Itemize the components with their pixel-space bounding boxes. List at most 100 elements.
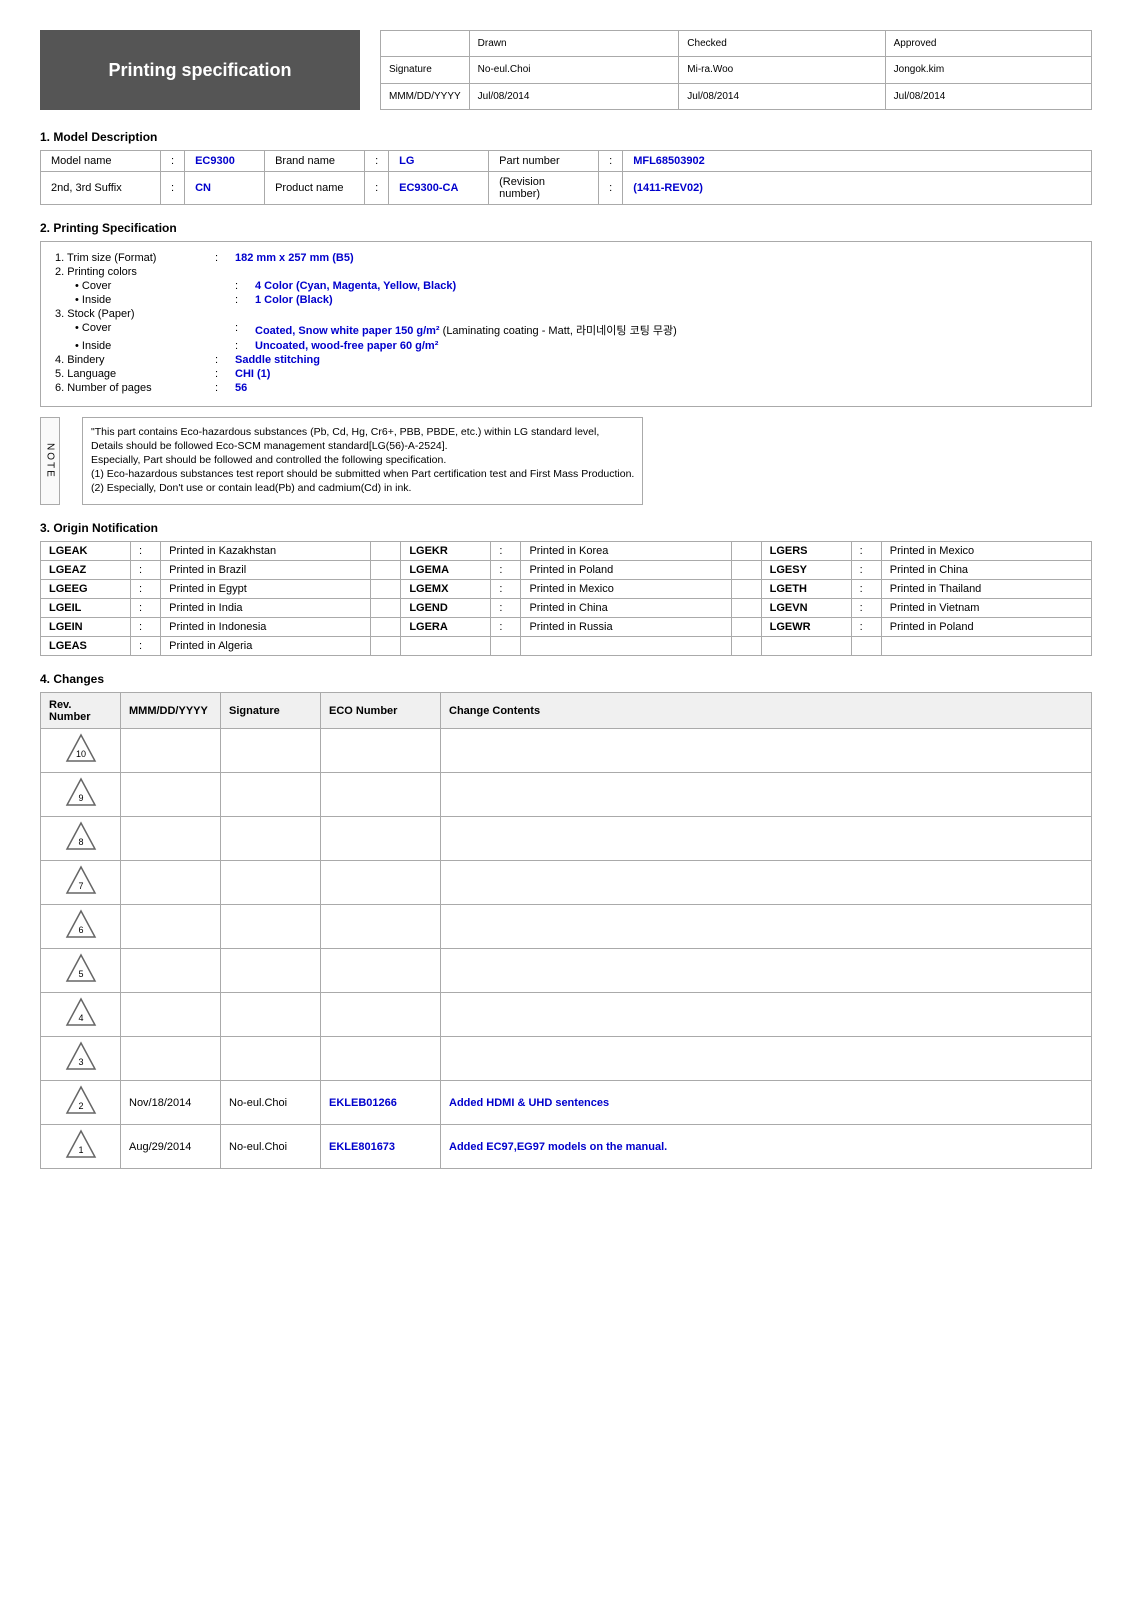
changes-change: Added EC97,EG97 models on the manual. [441, 1125, 1092, 1169]
approval-header-cell: Approved [885, 31, 1091, 57]
origin-country: Printed in Indonesia [161, 618, 371, 637]
origin-code [401, 637, 491, 656]
origin-country: Printed in Mexico [881, 542, 1091, 561]
rev-cell: 5 [41, 949, 121, 993]
svg-text:5: 5 [78, 969, 83, 979]
origin-code: LGEMX [401, 580, 491, 599]
changes-date [121, 729, 221, 773]
changes-date [121, 817, 221, 861]
origin-country: Printed in China [881, 561, 1091, 580]
changes-sig [221, 817, 321, 861]
changes-change [441, 729, 1092, 773]
origin-country [521, 637, 731, 656]
changes-date: Aug/29/2014 [121, 1125, 221, 1169]
changes-change [441, 905, 1092, 949]
changes-eco [321, 773, 441, 817]
note-side-label: NOTE [40, 417, 60, 505]
origin-country: Printed in Korea [521, 542, 731, 561]
changes-sig [221, 949, 321, 993]
spec-label: • Cover [55, 280, 235, 292]
document-title: Printing specification [108, 60, 291, 81]
changes-date [121, 1037, 221, 1081]
approval-cell: Mi-ra.Woo [679, 57, 885, 83]
spec-row: 2. Printing colors [55, 266, 1077, 278]
model-value: EC9300 [185, 151, 265, 172]
spec-label: • Inside [55, 340, 235, 352]
svg-text:6: 6 [78, 925, 83, 935]
rev-cell: 6 [41, 905, 121, 949]
title-box: Printing specification [40, 30, 360, 110]
section2-title: 2. Printing Specification [40, 221, 1092, 235]
note-line: (1) Eco-hazardous substances test report… [91, 468, 634, 480]
spec-value: Uncoated, wood-free paper 60 g/m² [255, 340, 438, 352]
svg-text:4: 4 [78, 1013, 83, 1023]
approval-cell: Jul/08/2014 [679, 83, 885, 109]
changes-row: 1Aug/29/2014No-eul.ChoiEKLE801673Added E… [41, 1125, 1092, 1169]
origin-country: Printed in Egypt [161, 580, 371, 599]
changes-eco [321, 1037, 441, 1081]
origin-code: LGEAS [41, 637, 131, 656]
svg-text:2: 2 [78, 1101, 83, 1111]
origin-code [761, 637, 851, 656]
changes-eco [321, 905, 441, 949]
spec-value: 56 [235, 382, 247, 394]
svg-text:10: 10 [75, 749, 85, 759]
model-label: Model name [41, 151, 161, 172]
approval-cell: No-eul.Choi [469, 57, 679, 83]
note-line: (2) Especially, Don't use or contain lea… [91, 482, 634, 494]
changes-row: 8 [41, 817, 1092, 861]
rev-cell: 9 [41, 773, 121, 817]
approval-cell: Jul/08/2014 [469, 83, 679, 109]
changes-table: Rev. NumberMMM/DD/YYYYSignatureECO Numbe… [40, 692, 1092, 1169]
origin-code: LGEIL [41, 599, 131, 618]
changes-row: 4 [41, 993, 1092, 1037]
changes-header-change: Change Contents [441, 693, 1092, 729]
rev-cell: 1 [41, 1125, 121, 1169]
changes-change [441, 949, 1092, 993]
spec-value: 1 Color (Black) [255, 294, 333, 306]
model-label: Part number [489, 151, 599, 172]
svg-text:9: 9 [78, 793, 83, 803]
approval-cell: MMM/DD/YYYY [381, 83, 470, 109]
changes-sig [221, 861, 321, 905]
origin-code: LGESY [761, 561, 851, 580]
note-line: Especially, Part should be followed and … [91, 454, 634, 466]
spec-row: • Cover:4 Color (Cyan, Magenta, Yellow, … [55, 280, 1077, 292]
changes-date [121, 949, 221, 993]
changes-row: 2Nov/18/2014No-eul.ChoiEKLEB01266Added H… [41, 1081, 1092, 1125]
spec-label: 4. Bindery [55, 354, 215, 366]
changes-header-rev: Rev. Number [41, 693, 121, 729]
changes-eco [321, 993, 441, 1037]
origin-country: Printed in Poland [881, 618, 1091, 637]
section1-title: 1. Model Description [40, 130, 1092, 144]
changes-sig [221, 729, 321, 773]
changes-header-sig: Signature [221, 693, 321, 729]
changes-change [441, 861, 1092, 905]
model-value: (1411-REV02) [623, 172, 1092, 205]
origin-code: LGEEG [41, 580, 131, 599]
note-content: "This part contains Eco-hazardous substa… [82, 417, 643, 505]
changes-row: 10 [41, 729, 1092, 773]
spec-value: 4 Color (Cyan, Magenta, Yellow, Black) [255, 280, 456, 292]
origin-country: Printed in Poland [521, 561, 731, 580]
note-line: "This part contains Eco-hazardous substa… [91, 426, 634, 438]
origin-country: Printed in Kazakhstan [161, 542, 371, 561]
changes-sig [221, 905, 321, 949]
origin-code: LGEAK [41, 542, 131, 561]
origin-code: LGETH [761, 580, 851, 599]
changes-change [441, 817, 1092, 861]
approval-table: DrawnCheckedApprovedSignatureNo-eul.Choi… [380, 30, 1092, 110]
model-value: MFL68503902 [623, 151, 1092, 172]
origin-code: LGEIN [41, 618, 131, 637]
model-desc-table: Model name:EC9300Brand name:LGPart numbe… [40, 150, 1092, 205]
spec-label: 6. Number of pages [55, 382, 215, 394]
model-label: Brand name [265, 151, 365, 172]
spec-row: 3. Stock (Paper) [55, 308, 1077, 320]
approval-header-cell: Checked [679, 31, 885, 57]
approval-cell: Signature [381, 57, 470, 83]
spec-row: • Cover:Coated, Snow white paper 150 g/m… [55, 322, 1077, 338]
spec-row: 1. Trim size (Format):182 mm x 257 mm (B… [55, 252, 1077, 264]
rev-cell: 3 [41, 1037, 121, 1081]
origin-code: LGERS [761, 542, 851, 561]
note-line: Details should be followed Eco-SCM manag… [91, 440, 634, 452]
